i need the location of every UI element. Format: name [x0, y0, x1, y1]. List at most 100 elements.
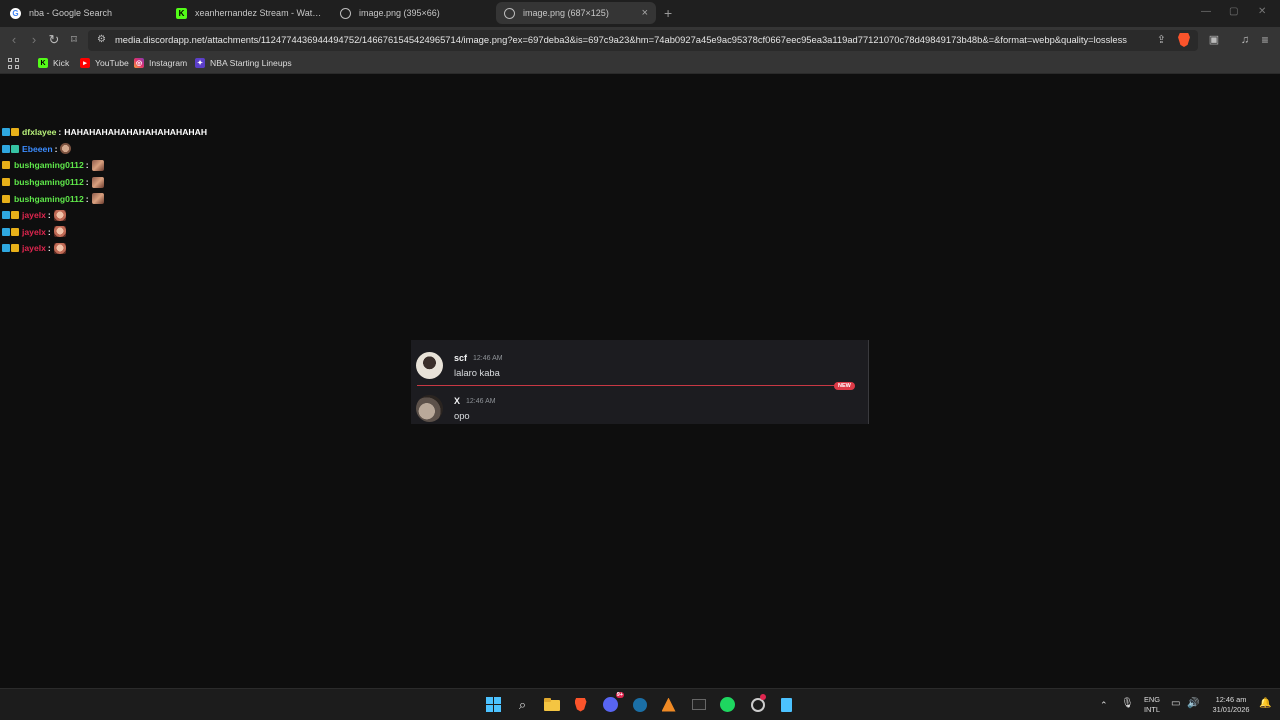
reload-button[interactable]: ↻	[46, 32, 62, 48]
notifications-icon[interactable]: 🔔	[1259, 699, 1271, 709]
chat-colon: :	[47, 226, 51, 237]
chat-username: jayelx	[22, 226, 46, 237]
message-content: opo	[454, 410, 470, 421]
badge-icon	[2, 144, 10, 153]
badge-icon	[2, 128, 10, 137]
tab-title: nba - Google Search	[29, 8, 113, 18]
minimize-button[interactable]: —	[1201, 6, 1211, 17]
chat-colon: :	[85, 160, 89, 171]
forward-button[interactable]: ›	[26, 32, 42, 48]
close-tab-icon[interactable]: ×	[642, 7, 648, 19]
bookmark-label: YouTube	[95, 58, 129, 68]
layout-label: INTL	[1143, 705, 1160, 714]
chat-username: bushgaming0112	[14, 193, 84, 204]
bookmark-kick[interactable]: K Kick	[38, 58, 69, 68]
menu-icon[interactable]: ≡	[1257, 32, 1273, 48]
chat-overlay: dfxlayee: HAHAHAHAHAHAHAHAHAHAHAH Ebeeen…	[2, 124, 207, 257]
instagram-icon: ◎	[134, 58, 144, 68]
clock-time: 12:46 am	[1215, 695, 1247, 704]
search-icon[interactable]: ⌕	[514, 696, 531, 713]
badge-icon	[2, 227, 10, 236]
clock[interactable]: 12:46 am 31/01/2026	[1206, 695, 1256, 715]
windows-start-icon[interactable]	[485, 696, 502, 713]
chat-message: jayelx:	[2, 224, 207, 241]
bookmark-label: Instagram	[149, 58, 188, 68]
bookmark-button[interactable]: ⌑	[66, 32, 82, 48]
new-badge: NEW	[834, 382, 855, 390]
apps-icon[interactable]	[8, 58, 19, 69]
nba-icon: ✦	[195, 58, 205, 68]
site-info-icon[interactable]: ⚙	[97, 34, 106, 45]
media-icon[interactable]: ♫	[1237, 32, 1253, 48]
brave-shields-icon[interactable]	[1178, 33, 1190, 47]
chat-colon: :	[85, 193, 89, 204]
back-button[interactable]: ‹	[6, 32, 22, 48]
globe-icon	[504, 7, 515, 19]
new-tab-button[interactable]: +	[664, 5, 672, 21]
share-icon[interactable]: ⇪	[1157, 33, 1166, 46]
brave-icon[interactable]	[572, 696, 589, 713]
taskbar: ⌕ 9+ ⌃ 🎙 ENG INTL ▭ 🔊 12:46 am 31/01/202…	[0, 688, 1280, 720]
avatar	[416, 352, 443, 379]
address-bar[interactable]: ⚙ media.discordapp.net/attachments/11247…	[88, 30, 1198, 51]
chat-username: dfxlayee	[22, 127, 57, 138]
message-timestamp: 12:46 AM	[473, 355, 503, 362]
chat-colon: :	[58, 127, 62, 138]
youtube-icon: ▸	[80, 58, 90, 68]
volume-icon[interactable]: 🔊	[1187, 699, 1199, 709]
emote-icon	[60, 143, 72, 155]
tray-expand-icon[interactable]: ⌃	[1100, 700, 1108, 710]
bookmark-nba-lineups[interactable]: ✦ NBA Starting Lineups	[195, 58, 292, 68]
kick-icon: K	[176, 7, 187, 19]
spotify-icon[interactable]	[719, 696, 736, 713]
tab-image-687[interactable]: image.png (687×125) ×	[496, 2, 656, 24]
notification-dot	[760, 694, 766, 700]
badge-icon	[2, 194, 10, 203]
discord-screenshot: scf 12:46 AM lalaro kaba NEW X 12:46 AM …	[411, 340, 869, 424]
badge-icon	[11, 144, 19, 153]
badge-icon	[2, 211, 10, 220]
emote-icon	[53, 209, 66, 221]
network-icon[interactable]: ▭	[1171, 699, 1180, 709]
tab-title: xeanhernandez Stream - Watch Live	[195, 8, 322, 18]
chat-message: jayelx:	[2, 240, 207, 257]
clock-date: 31/01/2026	[1212, 705, 1250, 714]
tab-kick-stream[interactable]: K xeanhernandez Stream - Watch Live	[168, 2, 330, 24]
steam-icon[interactable]	[631, 696, 648, 713]
bookmark-instagram[interactable]: ◎ Instagram	[134, 58, 187, 68]
message-timestamp: 12:46 AM	[466, 398, 496, 405]
chat-text: HAHAHAHAHAHAHAHAHAHAHAH	[64, 127, 208, 138]
chat-colon: :	[47, 210, 51, 221]
maximize-button[interactable]: ▢	[1229, 6, 1238, 17]
tab-strip: G nba - Google Search K xeanhernandez St…	[0, 0, 1280, 27]
url-text[interactable]: media.discordapp.net/attachments/1124774…	[115, 34, 1127, 45]
app-icon[interactable]	[749, 694, 766, 713]
kick-icon: K	[38, 58, 48, 68]
microphone-icon[interactable]: 🎙	[1121, 699, 1134, 709]
chat-colon: :	[47, 243, 51, 254]
google-icon: G	[10, 7, 21, 19]
file-explorer-icon[interactable]	[543, 696, 560, 713]
message-author: scf	[454, 353, 468, 363]
bookmarks-bar	[0, 54, 1280, 74]
badge-icon	[11, 244, 19, 253]
discord-icon[interactable]: 9+	[602, 692, 624, 713]
badge-icon	[2, 161, 10, 170]
language-label: ENG	[1143, 695, 1160, 704]
bookmark-youtube[interactable]: ▸ YouTube	[80, 58, 129, 68]
terminal-icon[interactable]	[690, 696, 707, 713]
bookmark-label: Kick	[53, 58, 70, 68]
new-messages-divider	[417, 385, 841, 386]
tab-image-395[interactable]: image.png (395×66)	[332, 2, 492, 24]
close-window-button[interactable]: ✕	[1258, 6, 1266, 17]
app-icon[interactable]	[660, 696, 677, 713]
language-indicator[interactable]: ENG INTL	[1141, 695, 1163, 715]
tab-google-search[interactable]: G nba - Google Search	[2, 2, 166, 24]
wallet-icon[interactable]: ▣	[1206, 32, 1222, 48]
chat-username: jayelx	[22, 243, 46, 254]
tab-title: image.png (687×125)	[523, 8, 609, 18]
globe-icon	[340, 7, 351, 19]
browser-toolbar: ‹ › ↻ ⌑ ⚙ media.discordapp.net/attachmen…	[0, 27, 1280, 54]
chat-message: bushgaming0112:	[2, 157, 207, 174]
notepad-icon[interactable]	[778, 696, 795, 713]
